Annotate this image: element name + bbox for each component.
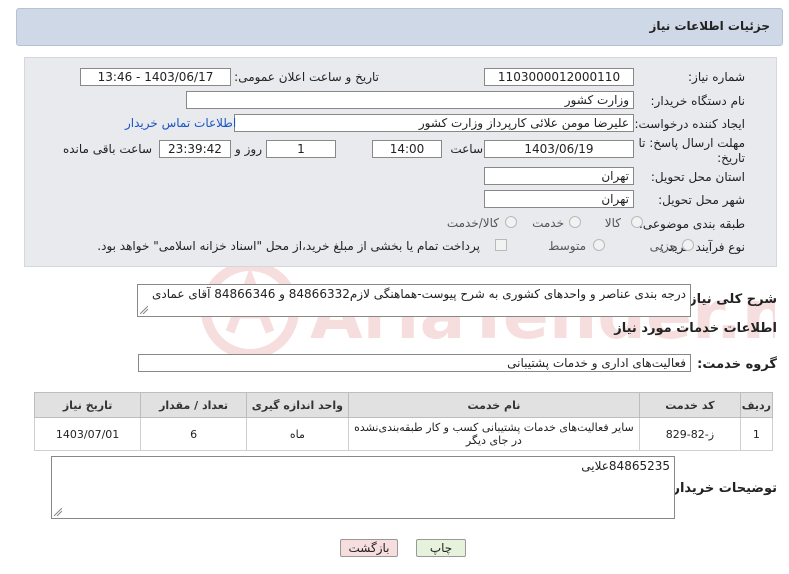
print-button[interactable]: چاپ <box>416 539 466 557</box>
treasury-payment-note: پرداخت تمام یا بخشی از مبلغ خرید،از محل … <box>97 239 480 253</box>
announce-label: تاریخ و ساعت اعلان عمومی: <box>234 70 379 84</box>
treasury-payment-checkbox[interactable] <box>495 239 507 251</box>
buyer-contact-link[interactable]: اطلاعات تماس خریدار <box>125 116 236 130</box>
buyer-notes-text: 84865235علایی <box>581 459 670 473</box>
row-unit: ماه <box>245 417 349 451</box>
col-qty: تعداد / مقدار <box>140 392 247 418</box>
process-medium-label: متوسط <box>548 239 586 253</box>
deadline-label: مهلت ارسال پاسخ: تا <box>638 136 745 150</box>
category-goods-service-label: کالا/خدمت <box>446 216 499 230</box>
need-details-form <box>24 57 777 267</box>
category-goods-label: کالا <box>604 216 621 230</box>
need-number-field: 1103000012000110 <box>484 68 634 86</box>
resize-handle-icon[interactable] <box>140 306 148 314</box>
buyer-notes-label: توضیحات خریدار: <box>667 481 777 496</box>
resize-handle-icon[interactable] <box>54 508 62 516</box>
table-header-row: ردیف کد خدمت نام خدمت واحد اندازه گیری ت… <box>33 392 774 418</box>
services-section-title: اطلاعات خدمات مورد نیاز <box>614 321 777 336</box>
category-goods-service-radio[interactable] <box>505 216 517 228</box>
province-label: استان محل تحویل: <box>650 170 745 184</box>
service-group-label: گروه خدمت: <box>697 357 777 372</box>
need-number-label: شماره نیاز: <box>688 70 745 84</box>
process-medium-radio[interactable] <box>593 239 605 251</box>
city-label: شهر محل تحویل: <box>658 193 745 207</box>
buyer-notes-textarea: 84865235علایی <box>51 456 675 519</box>
row-date: 1403/07/01 <box>33 417 142 451</box>
col-unit: واحد اندازه گیری <box>245 392 349 418</box>
category-goods-radio[interactable] <box>631 216 643 228</box>
col-code: کد خدمت <box>639 392 741 418</box>
buyer-org-field: وزارت کشور <box>186 91 634 109</box>
deadline-date-field: 1403/06/19 <box>484 140 634 158</box>
row-index: 1 <box>739 417 774 451</box>
col-index: ردیف <box>739 392 774 418</box>
remaining-time-field: 23:39:42 <box>159 140 231 158</box>
days-label: روز و <box>235 142 262 156</box>
summary-label: شرح کلی نیاز: <box>683 292 777 307</box>
process-minor-label: جزیی <box>649 239 677 253</box>
page-title: جزئیات اطلاعات نیاز <box>649 19 770 33</box>
back-button[interactable]: بازگشت <box>340 539 398 557</box>
requester-label: ایجاد کننده درخواست: <box>634 117 745 131</box>
summary-textarea: درجه بندی عناصر و واحدهای کشوری به شرح پ… <box>137 284 691 317</box>
process-minor-radio[interactable] <box>682 239 694 251</box>
deadline-time-field: 14:00 <box>372 140 442 158</box>
table-row: 1 ز-82-829 سایر فعالیت‌های خدمات پشتیبان… <box>33 417 774 451</box>
buyer-org-label: نام دستگاه خریدار: <box>650 94 746 108</box>
category-label: طبقه بندی موضوعی: <box>638 217 745 231</box>
header-bar: جزئیات اطلاعات نیاز <box>16 8 783 46</box>
announce-field: 1403/06/17 - 13:46 <box>80 68 231 86</box>
row-qty: 6 <box>140 417 247 451</box>
requester-field: علیرضا مومن علائی کارپرداز وزارت کشور <box>234 114 634 132</box>
col-name: نام خدمت <box>347 392 641 418</box>
category-service-radio[interactable] <box>569 216 581 228</box>
remaining-label: ساعت باقی مانده <box>62 142 152 156</box>
summary-text: درجه بندی عناصر و واحدهای کشوری به شرح پ… <box>152 287 686 301</box>
row-code: ز-82-829 <box>639 417 741 451</box>
category-service-label: خدمت <box>532 216 564 230</box>
remaining-days-field: 1 <box>266 140 336 158</box>
col-date: تاریخ نیاز <box>33 392 142 418</box>
city-field: تهران <box>484 190 634 208</box>
row-name: سایر فعالیت‌های خدمات پشتیبانی کسب و کار… <box>347 417 641 451</box>
services-table: ردیف کد خدمت نام خدمت واحد اندازه گیری ت… <box>33 392 774 451</box>
deadline-time-label: ساعت <box>450 142 483 156</box>
service-group-field: فعالیت‌های اداری و خدمات پشتیبانی <box>138 354 691 372</box>
province-field: تهران <box>484 167 634 185</box>
deadline-label-date: تاریخ: <box>717 151 745 165</box>
